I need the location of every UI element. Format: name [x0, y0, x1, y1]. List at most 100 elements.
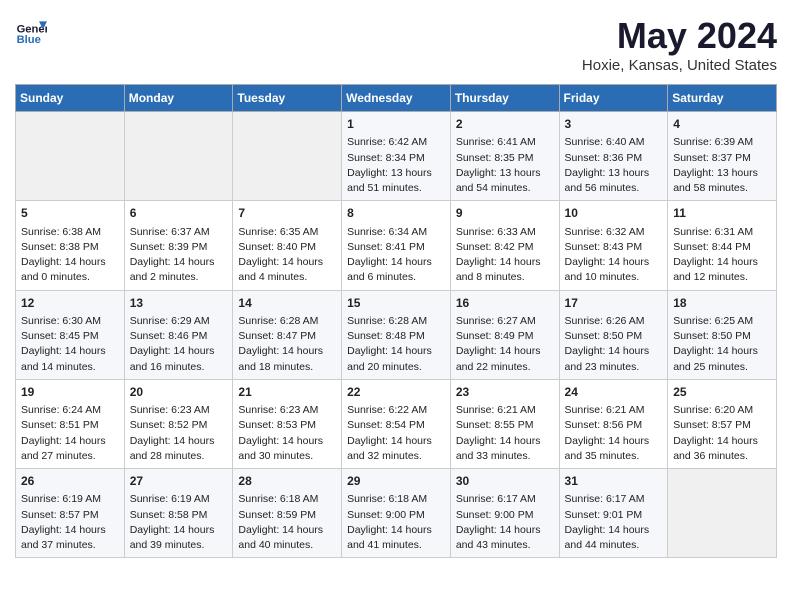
calendar-cell-17: 17Sunrise: 6:26 AMSunset: 8:50 PMDayligh…	[559, 290, 668, 379]
daylight-text: Daylight: 14 hours and 25 minutes.	[673, 345, 758, 372]
daylight-text: Daylight: 14 hours and 22 minutes.	[456, 345, 541, 372]
calendar-cell-10: 10Sunrise: 6:32 AMSunset: 8:43 PMDayligh…	[559, 201, 668, 290]
day-number: 20	[130, 384, 228, 401]
daylight-text: Daylight: 14 hours and 4 minutes.	[238, 256, 323, 283]
daylight-text: Daylight: 14 hours and 0 minutes.	[21, 256, 106, 283]
sunrise-text: Sunrise: 6:28 AM	[238, 315, 318, 327]
sunset-text: Sunset: 8:35 PM	[456, 152, 534, 164]
calendar-cell-6: 6Sunrise: 6:37 AMSunset: 8:39 PMDaylight…	[124, 201, 233, 290]
sunset-text: Sunset: 8:41 PM	[347, 241, 425, 253]
daylight-text: Daylight: 14 hours and 40 minutes.	[238, 524, 323, 551]
daylight-text: Daylight: 14 hours and 37 minutes.	[21, 524, 106, 551]
sunset-text: Sunset: 8:42 PM	[456, 241, 534, 253]
sunrise-text: Sunrise: 6:18 AM	[238, 493, 318, 505]
calendar-cell-empty	[668, 469, 777, 558]
calendar-cell-8: 8 Sunrise: 6:34 AM Sunset: 8:41 PM Daylight…	[342, 201, 451, 290]
day-header-monday: Monday	[124, 85, 233, 112]
daylight-text: Daylight: 14 hours and 44 minutes.	[565, 524, 650, 551]
sunrise-text: Sunrise: 6:35 AM	[238, 226, 318, 238]
day-number: 13	[130, 295, 228, 312]
day-header-tuesday: Tuesday	[233, 85, 342, 112]
calendar-cell-14: 14Sunrise: 6:28 AMSunset: 8:47 PMDayligh…	[233, 290, 342, 379]
day-number: 18	[673, 295, 771, 312]
sunrise-text: Sunrise: 6:27 AM	[456, 315, 536, 327]
day-header-saturday: Saturday	[668, 85, 777, 112]
calendar-cell-16: 16Sunrise: 6:27 AMSunset: 8:49 PMDayligh…	[450, 290, 559, 379]
sunset-text: Sunset: 8:53 PM	[238, 419, 316, 431]
sunrise-text: Sunrise: 6:34 AM	[347, 226, 427, 238]
title-block: May 2024 Hoxie, Kansas, United States	[582, 15, 777, 74]
day-header-wednesday: Wednesday	[342, 85, 451, 112]
sunrise-text: Sunrise: 6:21 AM	[565, 404, 645, 416]
sunset-text: Sunset: 8:37 PM	[673, 152, 751, 164]
sunset-text: Sunset: 9:00 PM	[347, 509, 425, 521]
calendar-cell-empty	[124, 112, 233, 201]
sunrise-text: Sunrise: 6:37 AM	[130, 226, 210, 238]
day-number: 22	[347, 384, 445, 401]
daylight-text: Daylight: 14 hours and 41 minutes.	[347, 524, 432, 551]
sunset-text: Sunset: 8:54 PM	[347, 419, 425, 431]
daylight-text: Daylight: 14 hours and 32 minutes.	[347, 435, 432, 462]
sunrise-text: Sunrise: 6:42 AM	[347, 136, 427, 148]
sunset-text: Sunset: 8:56 PM	[565, 419, 643, 431]
daylight-text: Daylight: 13 hours and 51 minutes.	[347, 167, 432, 194]
sunset-text: Sunset: 8:46 PM	[130, 330, 208, 342]
daylight-text: Daylight: 14 hours and 16 minutes.	[130, 345, 215, 372]
calendar-cell-29: 29Sunrise: 6:18 AMSunset: 9:00 PMDayligh…	[342, 469, 451, 558]
daylight-text: Daylight: 14 hours and 2 minutes.	[130, 256, 215, 283]
calendar-cell-5: 5Sunrise: 6:38 AMSunset: 8:38 PMDaylight…	[16, 201, 125, 290]
calendar-cell-12: 12Sunrise: 6:30 AMSunset: 8:45 PMDayligh…	[16, 290, 125, 379]
calendar-cell-7: 7Sunrise: 6:35 AMSunset: 8:40 PMDaylight…	[233, 201, 342, 290]
daylight-text: Daylight: 14 hours and 8 minutes.	[456, 256, 541, 283]
day-number: 27	[130, 473, 228, 490]
calendar-cell-31: 31Sunrise: 6:17 AMSunset: 9:01 PMDayligh…	[559, 469, 668, 558]
calendar-cell-27: 27Sunrise: 6:19 AMSunset: 8:58 PMDayligh…	[124, 469, 233, 558]
day-number: 17	[565, 295, 663, 312]
day-number: 5	[21, 205, 119, 222]
day-number: 14	[238, 295, 336, 312]
calendar-cell-13: 13Sunrise: 6:29 AMSunset: 8:46 PMDayligh…	[124, 290, 233, 379]
daylight-text: Daylight: 14 hours and 14 minutes.	[21, 345, 106, 372]
week-row-3: 19Sunrise: 6:24 AMSunset: 8:51 PMDayligh…	[16, 379, 777, 468]
sunset-text: Sunset: 8:51 PM	[21, 419, 99, 431]
daylight-text: Daylight: 14 hours and 35 minutes.	[565, 435, 650, 462]
sunrise-text: Sunrise: 6:24 AM	[21, 404, 101, 416]
week-row-2: 12Sunrise: 6:30 AMSunset: 8:45 PMDayligh…	[16, 290, 777, 379]
svg-text:Blue: Blue	[17, 34, 41, 46]
sunset-text: Sunset: 8:52 PM	[130, 419, 208, 431]
calendar-cell-23: 23Sunrise: 6:21 AMSunset: 8:55 PMDayligh…	[450, 379, 559, 468]
calendar-cell-4: 4Sunrise: 6:39 AMSunset: 8:37 PMDaylight…	[668, 112, 777, 201]
day-number: 25	[673, 384, 771, 401]
sunrise-text: Sunrise: 6:26 AM	[565, 315, 645, 327]
sunset-text: Sunset: 8:40 PM	[238, 241, 316, 253]
day-number: 26	[21, 473, 119, 490]
month-title: May 2024	[582, 15, 777, 57]
sunset-text: Sunset: 8:49 PM	[456, 330, 534, 342]
daylight-text: Daylight: 14 hours and 6 minutes.	[347, 256, 432, 283]
calendar-cell-19: 19Sunrise: 6:24 AMSunset: 8:51 PMDayligh…	[16, 379, 125, 468]
sunset-text: Sunset: 8:50 PM	[565, 330, 643, 342]
sunrise-text: Sunrise: 6:20 AM	[673, 404, 753, 416]
calendar-cell-3: 3Sunrise: 6:40 AMSunset: 8:36 PMDaylight…	[559, 112, 668, 201]
day-number: 31	[565, 473, 663, 490]
week-row-4: 26Sunrise: 6:19 AMSunset: 8:57 PMDayligh…	[16, 469, 777, 558]
daylight-text: Daylight: 14 hours and 10 minutes.	[565, 256, 650, 283]
week-row-0: 1Sunrise: 6:42 AMSunset: 8:34 PMDaylight…	[16, 112, 777, 201]
day-number: 11	[673, 205, 771, 222]
daylight-text: Daylight: 13 hours and 54 minutes.	[456, 167, 541, 194]
logo-icon: General Blue	[15, 15, 47, 47]
day-number: 10	[565, 205, 663, 222]
sunrise-text: Sunrise: 6:31 AM	[673, 226, 753, 238]
day-number: 8	[347, 205, 445, 222]
daylight-text: Daylight: 14 hours and 30 minutes.	[238, 435, 323, 462]
sunset-text: Sunset: 8:45 PM	[21, 330, 99, 342]
sunset-text: Sunset: 8:36 PM	[565, 152, 643, 164]
calendar-cell-9: 9Sunrise: 6:33 AMSunset: 8:42 PMDaylight…	[450, 201, 559, 290]
daylight-text: Daylight: 14 hours and 18 minutes.	[238, 345, 323, 372]
sunset-text: Sunset: 8:50 PM	[673, 330, 751, 342]
calendar-cell-empty	[16, 112, 125, 201]
day-number: 3	[565, 116, 663, 133]
daylight-text: Daylight: 14 hours and 20 minutes.	[347, 345, 432, 372]
sunrise-text: Sunrise: 6:21 AM	[456, 404, 536, 416]
day-number: 23	[456, 384, 554, 401]
